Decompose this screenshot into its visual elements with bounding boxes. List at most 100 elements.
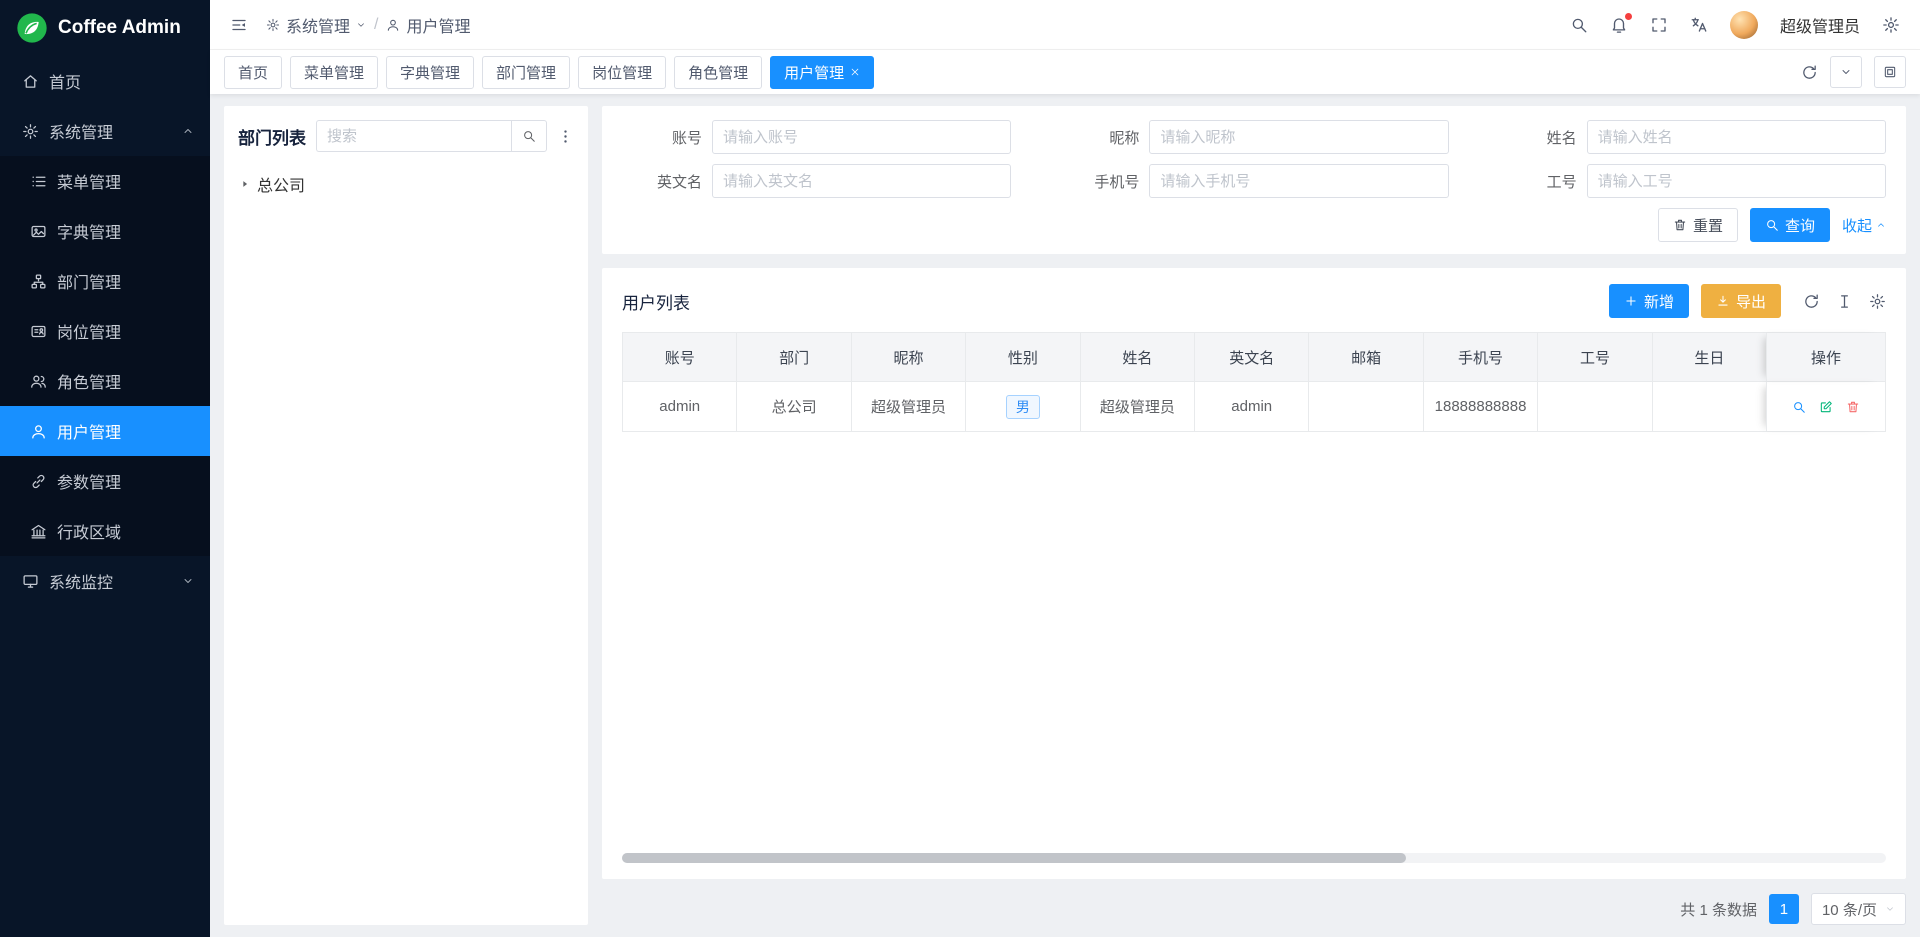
translate-icon[interactable] [1690, 16, 1708, 34]
user-list-panel: 用户列表 新增 导出 [602, 268, 1906, 879]
monitor-icon [22, 573, 39, 590]
tab-home[interactable]: 首页 [224, 56, 282, 89]
cell-job-number [1537, 382, 1651, 431]
sidebar-item-role-management[interactable]: 角色管理 [0, 356, 210, 406]
collapse-filter-link[interactable]: 收起 [1842, 215, 1886, 236]
tab-label: 部门管理 [496, 62, 556, 83]
table-settings-gear-icon[interactable] [1869, 293, 1886, 310]
sidebar-item-department-management[interactable]: 部门管理 [0, 256, 210, 306]
tab-menu-management[interactable]: 菜单管理 [290, 56, 378, 89]
column-header: 部门 [736, 333, 850, 381]
horizontal-scrollbar[interactable] [622, 853, 1886, 863]
field-label: 手机号 [1059, 171, 1139, 192]
department-panel-header: 部门列表 [238, 120, 574, 152]
english-name-input[interactable] [712, 164, 1011, 198]
tree-node-head-office[interactable]: 总公司 [238, 164, 574, 204]
page-number-button[interactable]: 1 [1769, 894, 1799, 924]
sidebar: Coffee Admin 首页 系统管理 菜单管理 字典管理 [0, 0, 210, 937]
field-label: 昵称 [1059, 127, 1139, 148]
user-icon [386, 18, 400, 32]
sidebar-item-label: 行政区域 [57, 519, 121, 543]
link-icon [30, 473, 47, 490]
menu-fold-icon[interactable] [230, 16, 248, 34]
sidebar-menu: 首页 系统管理 菜单管理 字典管理 部门管理 [0, 56, 210, 937]
column-header: 英文名 [1194, 333, 1308, 381]
sidebar-item-user-management[interactable]: 用户管理 [0, 406, 210, 456]
right-column: 账号 昵称 姓名 英文名 [602, 106, 1906, 925]
sidebar-item-system-management[interactable]: 系统管理 [0, 106, 210, 156]
edit-icon[interactable] [1819, 400, 1833, 414]
notification-bell-icon[interactable] [1610, 16, 1628, 34]
column-settings-icon[interactable] [1836, 293, 1853, 310]
phone-input[interactable] [1149, 164, 1448, 198]
breadcrumb-system-management[interactable]: 系统管理 [266, 13, 366, 37]
add-user-button[interactable]: 新增 [1609, 284, 1689, 318]
export-button[interactable]: 导出 [1701, 284, 1781, 318]
tab-post-management[interactable]: 岗位管理 [578, 56, 666, 89]
view-icon[interactable] [1792, 400, 1806, 414]
sidebar-item-home[interactable]: 首页 [0, 56, 210, 106]
settings-gear-icon[interactable] [1882, 16, 1900, 34]
department-search-button[interactable] [511, 120, 547, 152]
sidebar-item-label: 角色管理 [57, 369, 121, 393]
sidebar-item-label: 系统监控 [49, 569, 113, 593]
gender-tag: 男 [1006, 395, 1040, 419]
field-label: 姓名 [1497, 127, 1577, 148]
user-list-actions: 新增 导出 [1609, 284, 1886, 318]
add-button-label: 新增 [1644, 291, 1674, 312]
breadcrumb-user-management[interactable]: 用户管理 [386, 13, 470, 37]
layout-icon[interactable] [1874, 56, 1906, 88]
page-size-select[interactable]: 10 条/页 [1811, 893, 1906, 925]
field-nickname: 昵称 [1059, 120, 1448, 154]
app-root: Coffee Admin 首页 系统管理 菜单管理 字典管理 [0, 0, 1920, 937]
tab-close-icon[interactable] [850, 67, 860, 77]
fullscreen-icon[interactable] [1650, 16, 1668, 34]
account-input[interactable] [712, 120, 1011, 154]
more-options-icon[interactable] [557, 128, 574, 145]
refresh-icon[interactable] [1803, 293, 1820, 310]
collapse-link-label: 收起 [1842, 215, 1872, 236]
delete-icon[interactable] [1846, 400, 1860, 414]
refresh-icon[interactable] [1801, 64, 1818, 81]
query-button[interactable]: 查询 [1750, 208, 1830, 242]
sidebar-item-parameter-management[interactable]: 参数管理 [0, 456, 210, 506]
department-search-input[interactable] [316, 120, 511, 152]
tab-dictionary-management[interactable]: 字典管理 [386, 56, 474, 89]
user-avatar[interactable] [1730, 11, 1758, 39]
sidebar-item-system-monitor[interactable]: 系统监控 [0, 556, 210, 606]
tab-actions-dropdown[interactable] [1830, 56, 1862, 88]
nickname-input[interactable] [1149, 120, 1448, 154]
name-input[interactable] [1587, 120, 1886, 154]
sidebar-item-admin-region[interactable]: 行政区域 [0, 506, 210, 556]
tab-bar: 首页 菜单管理 字典管理 部门管理 岗位管理 角色管理 用户管理 [210, 50, 1920, 94]
tab-department-management[interactable]: 部门管理 [482, 56, 570, 89]
filter-panel: 账号 昵称 姓名 英文名 [602, 106, 1906, 254]
sidebar-item-label: 用户管理 [57, 419, 121, 443]
tab-label: 首页 [238, 62, 268, 83]
sidebar-item-dictionary-management[interactable]: 字典管理 [0, 206, 210, 256]
job-number-input[interactable] [1587, 164, 1886, 198]
tab-role-management[interactable]: 角色管理 [674, 56, 762, 89]
user-table: 账号 部门 昵称 性别 姓名 英文名 邮箱 手机号 工号 生日 操作 [622, 332, 1886, 432]
reset-button[interactable]: 重置 [1658, 208, 1738, 242]
badge-icon [30, 323, 47, 340]
chevron-up-icon [182, 125, 194, 137]
sidebar-item-menu-management[interactable]: 菜单管理 [0, 156, 210, 206]
field-phone: 手机号 [1059, 164, 1448, 198]
column-header: 手机号 [1423, 333, 1537, 381]
pagination: 共 1 条数据 1 10 条/页 [602, 893, 1906, 925]
caret-right-icon[interactable] [240, 179, 250, 189]
tab-user-management[interactable]: 用户管理 [770, 56, 874, 89]
scrollbar-thumb[interactable] [622, 853, 1406, 863]
pagination-total: 共 1 条数据 [1680, 899, 1757, 920]
sidebar-item-label: 菜单管理 [57, 169, 121, 193]
column-header: 邮箱 [1308, 333, 1422, 381]
trash-icon [1673, 218, 1687, 232]
sidebar-item-label: 参数管理 [57, 469, 121, 493]
row-action-icons [1792, 400, 1860, 414]
gear-icon [266, 18, 280, 32]
current-user-name[interactable]: 超级管理员 [1780, 13, 1860, 37]
sidebar-item-post-management[interactable]: 岗位管理 [0, 306, 210, 356]
chevron-down-icon [182, 575, 194, 587]
search-icon[interactable] [1570, 16, 1588, 34]
